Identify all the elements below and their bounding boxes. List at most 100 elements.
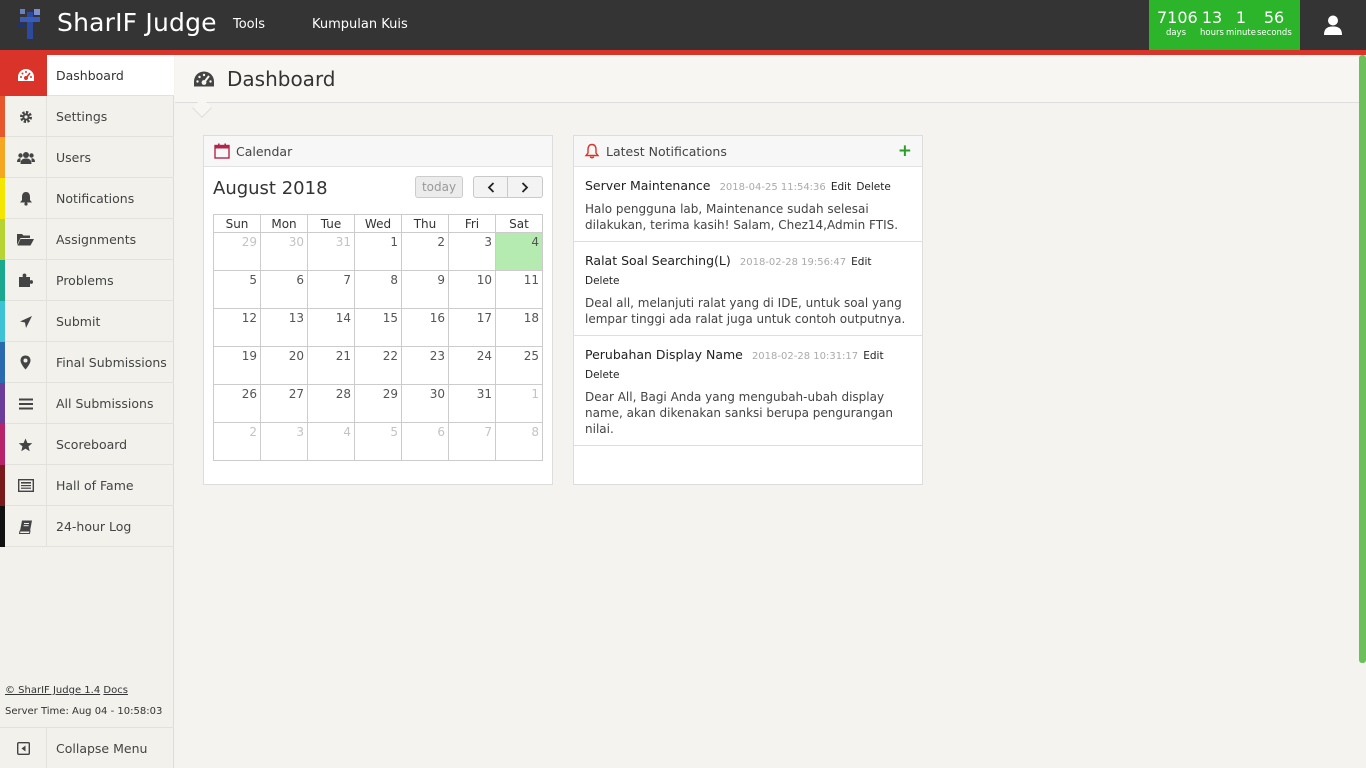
calendar-day-other-month[interactable]: 1 [495,384,543,423]
calendar-day[interactable]: 15 [354,308,402,347]
calendar-day[interactable]: 29 [354,384,402,423]
today-button[interactable]: today [415,176,463,198]
collapse-icon [0,728,47,768]
calendar-day[interactable]: 3 [448,232,496,271]
calendar-day-today[interactable]: 4 [495,232,543,271]
sidebar-item-final-submissions[interactable]: Final Submissions [0,342,174,383]
calendar-grid: Sun Mon Tue Wed Thu Fri Sat 29 30 31 1 2… [213,214,543,461]
calendar-day-other-month[interactable]: 31 [307,232,355,271]
bell-icon [5,178,47,219]
edit-notification-link[interactable]: Edit [863,350,883,362]
sidebar-item-all-submissions[interactable]: All Submissions [0,383,174,424]
gear-icon [5,96,47,137]
calendar-day-other-month[interactable]: 5 [354,422,402,461]
sidebar-item-notifications[interactable]: Notifications [0,178,174,219]
page-title: Dashboard [227,67,336,91]
edit-notification-link[interactable]: Edit [831,181,851,193]
calendar-day[interactable]: 10 [448,270,496,309]
sidebar-item-dashboard[interactable]: Dashboard [0,55,174,96]
newspaper-icon [5,465,47,506]
add-notification-button[interactable]: + [898,141,912,161]
users-icon [5,137,47,178]
calendar-day[interactable]: 1 [354,232,402,271]
docs-link[interactable]: Docs [103,685,128,696]
calendar-day[interactable]: 6 [260,270,308,309]
sidebar-item-scoreboard[interactable]: Scoreboard [0,424,174,465]
seconds-value: 56 [1263,8,1285,27]
calendar-day-other-month[interactable]: 2 [213,422,261,461]
calendar-day[interactable]: 27 [260,384,308,423]
notification-title[interactable]: Server Maintenance [585,178,710,193]
calendar-day[interactable]: 31 [448,384,496,423]
scrollbar[interactable] [1359,55,1366,663]
sidebar-item-24-hour-log[interactable]: 24-hour Log [0,506,174,547]
sidebar-item-assignments[interactable]: Assignments [0,219,174,260]
delete-notification-link[interactable]: Delete [856,181,891,193]
calendar-day-other-month[interactable]: 7 [448,422,496,461]
brand-title[interactable]: SharIF Judge [57,8,217,37]
countdown-minutes: 1 minute [1226,9,1256,39]
calendar-day[interactable]: 24 [448,346,496,385]
calendar-day-other-month[interactable]: 4 [307,422,355,461]
sidebar-item-users[interactable]: Users [0,137,174,178]
calendar-day[interactable]: 28 [307,384,355,423]
minutes-value: 1 [1235,8,1247,27]
calendar-day-other-month[interactable]: 6 [401,422,449,461]
sidebar-label-notifications: Notifications [56,191,135,206]
prev-month-button[interactable] [473,176,508,198]
sidebar-item-submit[interactable]: Submit [0,301,174,342]
notification-item: Server Maintenance 2018-04-25 11:54:36 E… [574,167,922,242]
calendar-day-other-month[interactable]: 29 [213,232,261,271]
delete-notification-link[interactable]: Delete [585,369,620,381]
sharif-logo-icon[interactable] [17,9,45,39]
notifications-widget: Latest Notifications + Server Maintenanc… [573,135,923,485]
notification-title[interactable]: Ralat Soal Searching(L) [585,253,731,268]
calendar-day[interactable]: 7 [307,270,355,309]
user-icon[interactable] [1322,14,1344,36]
sidebar-item-problems[interactable]: Problems [0,260,174,301]
calendar-day[interactable]: 30 [401,384,449,423]
notification-title[interactable]: Perubahan Display Name [585,347,743,362]
seconds-label: seconds [1257,28,1292,38]
calendar-day-other-month[interactable]: 30 [260,232,308,271]
calendar-day-other-month[interactable]: 8 [495,422,543,461]
sharif-judge-link[interactable]: © SharIF Judge 1.4 [5,685,100,696]
calendar-day[interactable]: 12 [213,308,261,347]
calendar-day[interactable]: 22 [354,346,402,385]
calendar-day[interactable]: 13 [260,308,308,347]
page-header: Dashboard [175,55,1359,118]
delete-notification-link[interactable]: Delete [585,275,620,287]
calendar-day[interactable]: 5 [213,270,261,309]
countdown-seconds: 56 seconds [1257,8,1292,39]
sidebar-label-all-submissions: All Submissions [56,396,154,411]
chevron-left-icon [487,181,494,193]
calendar-day[interactable]: 8 [354,270,402,309]
calendar-icon [214,143,230,159]
calendar-day[interactable]: 16 [401,308,449,347]
calendar-day[interactable]: 25 [495,346,543,385]
calendar-day[interactable]: 23 [401,346,449,385]
calendar-day[interactable]: 20 [260,346,308,385]
sidebar-label-submit: Submit [56,314,101,329]
calendar-day-other-month[interactable]: 3 [260,422,308,461]
calendar-widget: Calendar August 2018 today Sun Mon Tue W… [203,135,553,485]
calendar-day[interactable]: 14 [307,308,355,347]
nav-tools[interactable]: Tools [233,17,265,32]
sidebar-item-settings[interactable]: Settings [0,96,174,137]
calendar-day[interactable]: 9 [401,270,449,309]
calendar-day[interactable]: 18 [495,308,543,347]
calendar-day[interactable]: 2 [401,232,449,271]
collapse-menu-button[interactable]: Collapse Menu [0,727,174,768]
calendar-day[interactable]: 11 [495,270,543,309]
calendar-day[interactable]: 21 [307,346,355,385]
edit-notification-link[interactable]: Edit [851,256,871,268]
chevron-right-icon [521,181,529,193]
calendar-day[interactable]: 19 [213,346,261,385]
calendar-day[interactable]: 17 [448,308,496,347]
nav-kumpulan-kuis[interactable]: Kumpulan Kuis [312,17,408,32]
next-month-button[interactable] [508,176,543,198]
sidebar-label-24-hour-log: 24-hour Log [56,519,132,534]
calendar-day[interactable]: 26 [213,384,261,423]
sidebar-label-users: Users [56,150,92,165]
sidebar-item-hall-of-fame[interactable]: Hall of Fame [0,465,174,506]
